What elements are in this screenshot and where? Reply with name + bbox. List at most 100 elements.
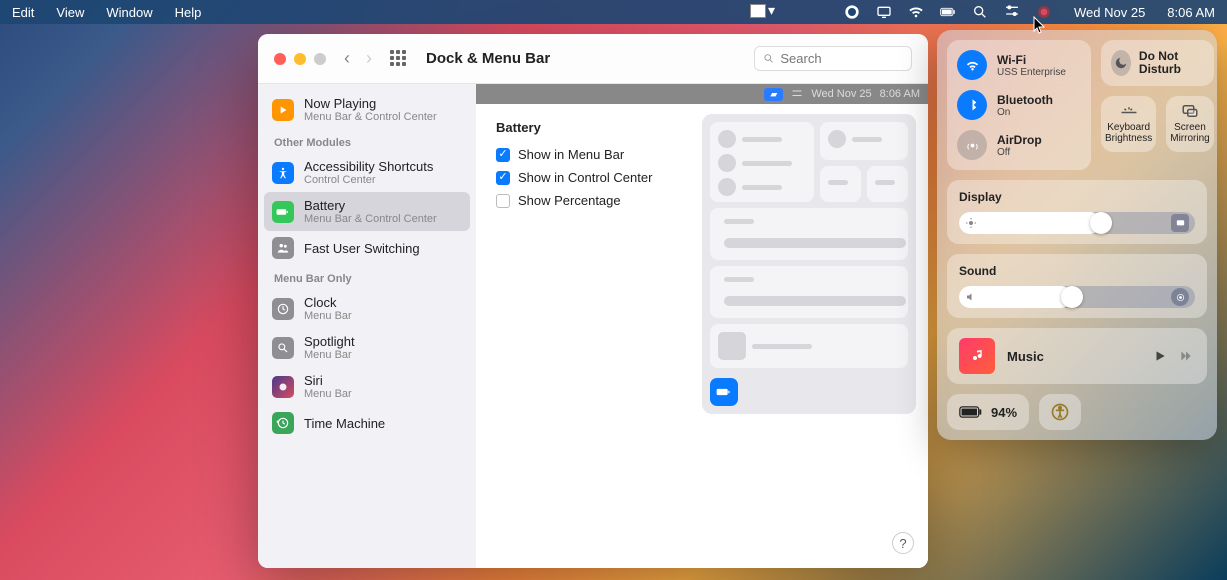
sidebar-item-sub: Menu Bar & Control Center <box>304 111 437 123</box>
sidebar-item-siri[interactable]: Siri Menu Bar <box>264 367 470 406</box>
users-icon <box>276 241 290 255</box>
minimize-button[interactable] <box>294 53 306 65</box>
accessibility-icon <box>276 166 290 180</box>
time-machine-icon <box>276 416 290 430</box>
window-title: Dock & Menu Bar <box>426 50 550 67</box>
close-button[interactable] <box>274 53 286 65</box>
keyboard-brightness-icon <box>1120 104 1138 118</box>
menubar-preview-battery-icon: ▰ <box>764 88 783 101</box>
sidebar-item-label: Siri <box>304 373 352 388</box>
cursor-icon <box>1033 16 1047 34</box>
checkbox-show-menubar[interactable] <box>496 148 510 162</box>
search-input[interactable] <box>780 51 903 66</box>
checkbox-show-percentage[interactable] <box>496 194 510 208</box>
speaker-icon <box>965 291 977 303</box>
detail-pane: ▰ Wed Nov 25 8:06 AM Battery Show in Men… <box>476 84 928 568</box>
music-note-icon <box>969 348 985 364</box>
control-center-preview <box>702 114 916 414</box>
cc-airdrop-title: AirDrop <box>997 133 1042 147</box>
spotlight-icon <box>276 341 290 355</box>
search-icon[interactable] <box>972 4 988 20</box>
cc-sound-label: Sound <box>959 264 1195 278</box>
sidebar-item-time-machine[interactable]: Time Machine <box>264 406 470 440</box>
help-button[interactable]: ? <box>892 532 914 554</box>
sun-icon <box>965 217 977 229</box>
control-center-icon[interactable] <box>1004 4 1020 20</box>
menubar-preview-time: 8:06 AM <box>880 88 920 100</box>
sidebar-item-sub: Menu Bar <box>304 310 352 322</box>
zoom-button[interactable] <box>314 53 326 65</box>
sidebar-item-sub: Menu Bar <box>304 388 352 400</box>
sidebar-item-label: Now Playing <box>304 96 437 111</box>
cc-keyboard-brightness[interactable]: Keyboard Brightness <box>1101 96 1156 152</box>
window-titlebar: ‹ › Dock & Menu Bar <box>258 34 928 84</box>
system-preferences-window: ‹ › Dock & Menu Bar Now Playing Menu Bar… <box>258 34 928 568</box>
sidebar-item-sub: Control Center <box>304 174 433 186</box>
search-field[interactable] <box>754 46 912 71</box>
sidebar-item-label: Accessibility Shortcuts <box>304 159 433 174</box>
sidebar-item-battery[interactable]: Battery Menu Bar & Control Center <box>264 192 470 231</box>
cc-dnd-label: Do Not Disturb <box>1139 50 1204 76</box>
section-other-modules: Other Modules <box>264 129 470 153</box>
cc-airdrop-toggle[interactable]: AirDrop Off <box>957 130 1081 160</box>
app-menu: Edit View Window Help <box>12 5 201 20</box>
wifi-icon <box>965 58 980 73</box>
cc-music-label: Music <box>1007 349 1141 364</box>
menu-help[interactable]: Help <box>175 5 202 20</box>
sidebar-item-accessibility[interactable]: Accessibility Shortcuts Control Center <box>264 153 470 192</box>
checkbox-show-cc[interactable] <box>496 171 510 185</box>
clock-icon <box>276 302 290 316</box>
sidebar-item-clock[interactable]: Clock Menu Bar <box>264 289 470 328</box>
battery-icon <box>276 205 290 219</box>
music-artwork <box>959 338 995 374</box>
menubar-time[interactable]: 8:06 AM <box>1167 5 1215 20</box>
forward-button[interactable]: › <box>366 48 372 69</box>
sidebar: Now Playing Menu Bar & Control Center Ot… <box>258 84 476 568</box>
cc-screen-mirroring[interactable]: Screen Mirroring <box>1166 96 1213 152</box>
cc-battery-pct: 94% <box>991 405 1017 420</box>
siri-icon <box>276 380 290 394</box>
cc-wifi-toggle[interactable]: Wi-Fi USS Enterprise <box>957 50 1081 80</box>
display-icon[interactable] <box>876 4 892 20</box>
sidebar-item-spotlight[interactable]: Spotlight Menu Bar <box>264 328 470 367</box>
cc-display-label: Display <box>959 190 1195 204</box>
menu-view[interactable]: View <box>56 5 84 20</box>
sidebar-item-label: Battery <box>304 198 437 213</box>
cc-sound-slider[interactable]: Sound <box>947 254 1207 318</box>
control-center: Wi-Fi USS Enterprise Bluetooth On AirDro… <box>937 30 1217 440</box>
moon-icon <box>1114 56 1128 70</box>
cc-bluetooth-toggle[interactable]: Bluetooth On <box>957 90 1081 120</box>
wifi-icon[interactable] <box>908 4 924 20</box>
search-glyph-icon <box>763 52 774 65</box>
sidebar-item-label: Spotlight <box>304 334 355 349</box>
sidebar-item-fast-user-switching[interactable]: Fast User Switching <box>264 231 470 265</box>
menu-window[interactable]: Window <box>106 5 152 20</box>
menubar-date[interactable]: Wed Nov 25 <box>1074 5 1145 20</box>
cc-battery-tile[interactable]: 94% <box>947 394 1029 430</box>
sidebar-item-label: Time Machine <box>304 416 385 431</box>
cc-wifi-title: Wi-Fi <box>997 53 1066 67</box>
play-icon[interactable] <box>1153 349 1167 363</box>
cc-wifi-sub: USS Enterprise <box>997 67 1066 78</box>
back-button[interactable]: ‹ <box>344 48 350 69</box>
sidebar-item-sub: Menu Bar <box>304 349 355 361</box>
menubar-preview: ▰ Wed Nov 25 8:06 AM <box>476 84 928 104</box>
now-playing-icon <box>276 103 290 117</box>
show-all-button[interactable] <box>390 50 408 68</box>
battery-icon[interactable] <box>940 4 956 20</box>
cc-kb-label: Keyboard Brightness <box>1105 122 1152 144</box>
cc-display-slider[interactable]: Display <box>947 180 1207 244</box>
sidebar-item-sub: Menu Bar & Control Center <box>304 213 437 225</box>
sidebar-item-now-playing[interactable]: Now Playing Menu Bar & Control Center <box>264 90 470 129</box>
cc-dnd-toggle[interactable]: Do Not Disturb <box>1101 40 1214 86</box>
menubar-preview-date: Wed Nov 25 <box>811 88 871 100</box>
menu-edit[interactable]: Edit <box>12 5 34 20</box>
cc-accessibility-tile[interactable] <box>1039 394 1081 430</box>
screen-share-indicator[interactable]: ▾ <box>750 2 775 19</box>
display-icon <box>1175 218 1186 229</box>
battery-icon <box>959 405 983 419</box>
teamviewer-icon[interactable] <box>844 4 860 20</box>
cc-music-tile[interactable]: Music <box>947 328 1207 384</box>
screen-mirroring-icon <box>1181 104 1199 118</box>
next-track-icon[interactable] <box>1177 349 1195 363</box>
